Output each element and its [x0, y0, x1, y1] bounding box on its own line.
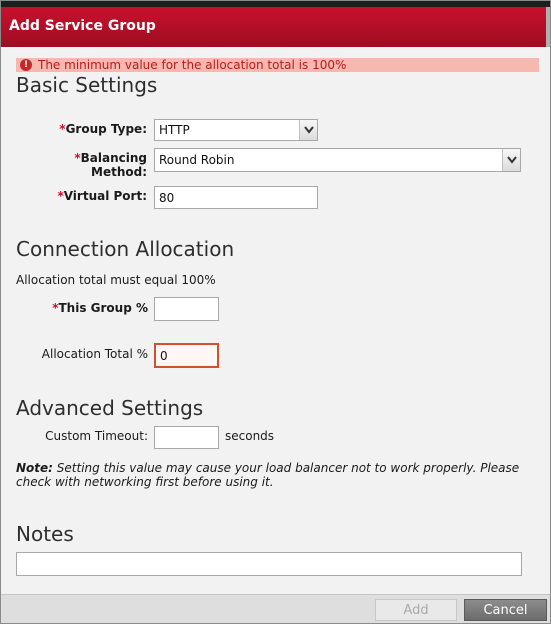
virtual-port-label-text: Virtual Port: [63, 189, 147, 203]
group-type-value: HTTP [159, 123, 190, 137]
group-type-label-text: Group Type: [65, 122, 147, 136]
chevron-down-icon[interactable] [502, 149, 520, 171]
allocation-total-label: Allocation Total % [41, 347, 148, 361]
notes-input[interactable] [16, 552, 522, 576]
allocation-hint: Allocation total must equal 100% [16, 273, 216, 287]
allocation-total-input[interactable]: 0 [154, 343, 219, 368]
timeout-note: Note: Setting this value may cause your … [16, 461, 546, 489]
group-type-label: *Group Type: [41, 122, 147, 136]
error-banner: ! The minimum value for the allocation t… [16, 58, 539, 72]
balancing-label-line1: Balancing [80, 151, 147, 165]
this-group-input[interactable] [154, 297, 219, 321]
error-icon: ! [20, 59, 32, 71]
virtual-port-value: 80 [159, 190, 175, 205]
note-prefix: Note: [16, 461, 53, 475]
balancing-method-value: Round Robin [159, 153, 235, 167]
add-service-group-dialog: Add Service Group ! The minimum value fo… [0, 0, 551, 624]
allocation-total-value: 0 [160, 348, 168, 363]
connection-allocation-heading: Connection Allocation [16, 237, 235, 261]
dialog-title: Add Service Group [9, 18, 156, 34]
dialog-titlebar: Add Service Group [1, 1, 550, 47]
advanced-settings-heading: Advanced Settings [16, 396, 204, 420]
this-group-label-text: This Group % [58, 301, 148, 315]
virtual-port-input[interactable]: 80 [154, 186, 318, 209]
group-type-select[interactable]: HTTP [154, 119, 318, 141]
balancing-method-label: *Balancing Method: [41, 151, 147, 179]
notes-heading: Notes [16, 522, 74, 546]
balancing-label-line2: Method: [91, 165, 147, 179]
cancel-button[interactable]: Cancel [464, 599, 547, 621]
error-message: The minimum value for the allocation tot… [38, 58, 347, 72]
add-button[interactable]: Add [375, 599, 457, 621]
dialog-footer: Add Cancel [1, 594, 550, 623]
basic-settings-heading: Basic Settings [16, 73, 158, 97]
custom-timeout-input[interactable] [154, 426, 219, 449]
balancing-method-select[interactable]: Round Robin [154, 148, 521, 172]
note-text: Setting this value may cause your load b… [16, 461, 520, 489]
titlebar-edge [546, 7, 550, 47]
virtual-port-label: *Virtual Port: [41, 189, 147, 203]
custom-timeout-label: Custom Timeout: [45, 429, 148, 443]
chevron-down-icon[interactable] [299, 120, 317, 140]
timeout-unit: seconds [225, 429, 275, 443]
this-group-label: *This Group % [31, 301, 148, 315]
